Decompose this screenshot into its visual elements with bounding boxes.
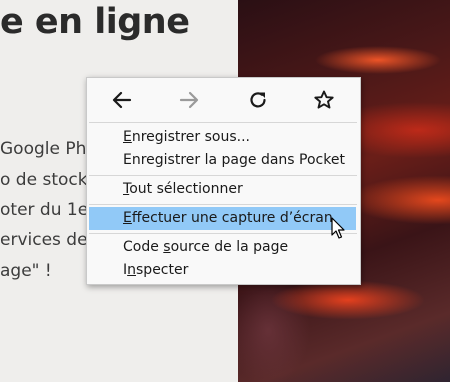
- menu-item-label: Inspecter: [123, 262, 189, 278]
- menu-item-inspect[interactable]: Inspecter: [89, 259, 356, 282]
- body-text-line: oter du 1e: [0, 200, 89, 220]
- menu-separator: [89, 204, 357, 205]
- star-icon: [314, 90, 334, 109]
- menu-item-label: Enregistrer la page dans Pocket: [123, 152, 345, 168]
- menu-item-label: Effectuer une capture d’écran: [123, 210, 333, 226]
- menu-item-view-source[interactable]: Code source de la page: [89, 236, 356, 259]
- mouse-pointer-icon: [331, 217, 345, 239]
- menu-separator: [89, 233, 357, 234]
- body-text-line: o de stocka: [0, 170, 98, 190]
- forward-button[interactable]: [177, 88, 201, 112]
- body-text-line: Google Ph: [0, 139, 87, 159]
- page-heading: e en ligne: [0, 2, 190, 42]
- arrow-left-icon: [112, 91, 132, 109]
- menu-item-label: Tout sélectionner: [123, 181, 243, 197]
- menu-separator: [89, 175, 357, 176]
- reload-button[interactable]: [246, 88, 270, 112]
- menu-separator: [89, 122, 357, 123]
- reload-icon: [250, 92, 266, 108]
- back-button[interactable]: [110, 88, 134, 112]
- menu-item-save-to-pocket[interactable]: Enregistrer la page dans Pocket: [89, 149, 356, 172]
- body-text-line: age" !: [0, 261, 52, 281]
- menu-navigation-row: [87, 78, 360, 122]
- bookmark-button[interactable]: [312, 88, 336, 112]
- menu-item-label: Code source de la page: [123, 239, 289, 255]
- body-text-line: ervices de: [0, 230, 88, 250]
- arrow-right-icon: [179, 91, 199, 109]
- menu-item-save-as[interactable]: Enregistrer sous...: [89, 126, 356, 149]
- menu-item-label: Enregistrer sous...: [123, 129, 250, 145]
- menu-item-take-screenshot[interactable]: Effectuer une capture d’écran: [89, 207, 356, 230]
- menu-item-select-all[interactable]: Tout sélectionner: [89, 178, 356, 201]
- context-menu: Enregistrer sous... Enregistrer la page …: [86, 77, 361, 285]
